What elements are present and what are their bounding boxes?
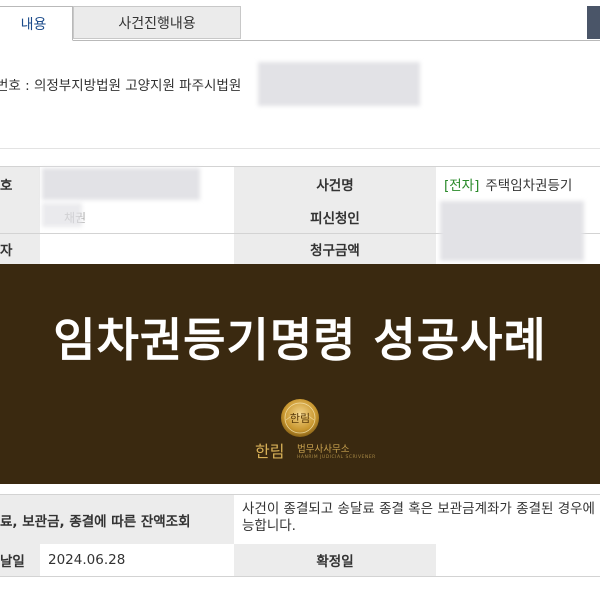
svg-text:한림: 한림 <box>290 412 310 425</box>
balance-inquiry-text: 사건이 종결되고 송달료 종결 혹은 보관금계좌가 종결된 경우에 능합니다. <box>234 495 600 545</box>
redacted-applicant <box>42 203 82 227</box>
label-case-name: 사건명 <box>234 167 436 201</box>
banner-title: 임차권등기명령 성공사례 <box>53 313 547 367</box>
label-case-number: 호 <box>0 167 40 201</box>
screen: 내용 사건진행내용 번호 : 의정부지방법원 고양지원 파주시법원 호 사건명 … <box>0 0 600 600</box>
redacted-respondent <box>440 201 584 261</box>
firm-logo-text: 한림 법무사사무소 HANRIM JUDICIAL SCRIVENER <box>255 438 375 466</box>
label-claim-amount: 청구금액 <box>234 234 436 264</box>
case-name-text: 주택임차권등기 <box>485 178 573 194</box>
logo-firm: 법무사사무소 <box>297 444 350 455</box>
label-confirmed-date: 확정일 <box>234 544 436 576</box>
tab-case-progress[interactable]: 사건진행내용 <box>73 6 241 39</box>
value-confirmed-date <box>436 544 600 576</box>
label-date: 날일 <box>0 544 40 576</box>
table-row: 료, 보관금, 종결에 따른 잔액조회 사건이 종결되고 송달료 종결 혹은 보… <box>0 494 600 546</box>
value-date: 2024.06.28 <box>40 544 234 576</box>
tab-case-content[interactable]: 내용 <box>0 6 73 41</box>
redacted-case-number <box>258 62 420 106</box>
tab-case-content-label: 내용 <box>20 16 47 33</box>
value-party <box>40 234 234 264</box>
table-row: 날일 2024.06.28 확정일 <box>0 544 600 577</box>
firm-logo-icon: 한림 <box>281 399 319 437</box>
corner-button[interactable] <box>587 6 600 39</box>
section-divider <box>0 148 600 149</box>
value-case-name: [전자] 주택임차권등기 <box>436 167 600 201</box>
redacted-case-no <box>42 168 200 200</box>
label-applicant <box>0 201 40 233</box>
electronic-tag: [전자] <box>444 178 480 194</box>
label-respondent: 피신청인 <box>234 201 436 233</box>
label-party: 자 <box>0 234 40 264</box>
logo-english: HANRIM JUDICIAL SCRIVENER <box>297 455 376 460</box>
tab-bar: 내용 사건진행내용 <box>0 0 600 41</box>
tab-case-progress-label: 사건진행내용 <box>118 15 196 32</box>
case-number-line: 번호 : 의정부지방법원 고양지원 파주시법원 <box>0 78 242 94</box>
logo-name: 한림 <box>255 442 285 461</box>
label-balance-inquiry: 료, 보관금, 종결에 따른 잔액조회 <box>0 495 234 545</box>
